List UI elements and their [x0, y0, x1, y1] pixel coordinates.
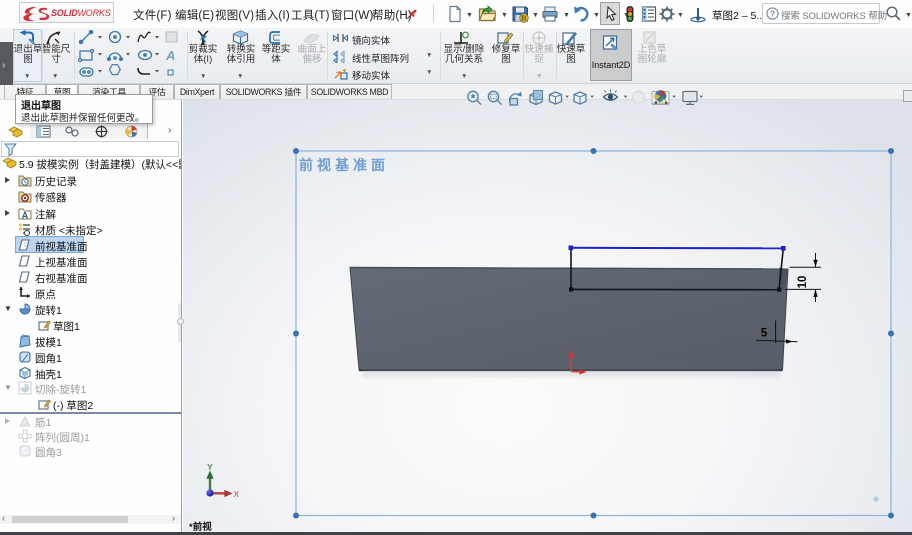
svg-text:?: ? [770, 9, 775, 19]
svg-text:A: A [165, 48, 175, 63]
svg-text:X: X [234, 489, 240, 499]
svg-text:A: A [22, 211, 29, 221]
svg-text:B: B [521, 14, 527, 23]
svg-text:Y: Y [207, 462, 213, 472]
svg-text:SOLIDWORKS: SOLIDWORKS [51, 8, 111, 18]
svg-text:10: 10 [797, 276, 809, 289]
svg-text:5: 5 [761, 328, 768, 340]
